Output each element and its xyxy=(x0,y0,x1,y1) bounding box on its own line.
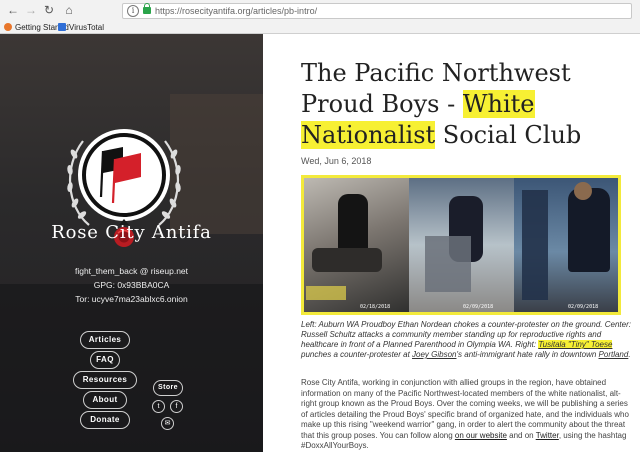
body-link-twitter[interactable]: Twitter xyxy=(536,431,559,440)
article-photo[interactable]: 02/18/2018 02/09/2018 02/09/2018 xyxy=(301,175,621,315)
body-link-website[interactable]: on our website xyxy=(455,431,507,440)
home-icon[interactable]: ⌂ xyxy=(62,3,76,17)
contact-tor: Tor: ucyve7ma23ablxc6.onion xyxy=(75,294,188,304)
info-icon[interactable]: i xyxy=(127,5,139,17)
browser-nav-row: ← → ↻ ⌂ i https://rosecityantifa.org/art… xyxy=(0,0,640,21)
back-arrow-icon[interactable]: ← xyxy=(6,3,20,17)
contact-email: fight_them_back @ riseup.net xyxy=(74,266,189,276)
photo-panel-right: 02/09/2018 xyxy=(514,178,618,312)
twitter-icon[interactable]: t xyxy=(152,400,165,413)
email-icon[interactable]: ✉ xyxy=(161,417,174,430)
nav-resources-button[interactable]: Resources xyxy=(73,371,137,389)
address-bar[interactable]: i https://rosecityantifa.org/articles/pb… xyxy=(122,3,632,19)
bookmark-label: VirusTotal xyxy=(69,23,104,32)
firefox-icon xyxy=(4,23,12,31)
photo-timestamp: 02/09/2018 xyxy=(463,304,494,310)
caption-text: punches a counter-protester at xyxy=(301,350,413,359)
site-brand[interactable]: Rose City Antifa xyxy=(0,222,263,243)
article-date: Wed, Jun 6, 2018 xyxy=(301,156,372,166)
title-part: Social Club xyxy=(435,121,582,149)
sidebar: Rose City Antifa fight_them_back @ riseu… xyxy=(0,34,263,452)
photo-panel-left: 02/18/2018 xyxy=(304,178,409,312)
nav-about-button[interactable]: About xyxy=(83,391,127,409)
caption-link-toese[interactable]: Tusitala "Tiny" Toese xyxy=(538,340,613,349)
facebook-icon[interactable]: f xyxy=(170,400,183,413)
virustotal-icon xyxy=(58,23,66,31)
nav-donate-button[interactable]: Donate xyxy=(80,411,130,429)
bookmarks-bar: Getting Started VirusTotal xyxy=(0,21,640,34)
reload-icon[interactable]: ↻ xyxy=(42,3,56,17)
store-button[interactable]: Store xyxy=(153,380,183,396)
caption-text: . xyxy=(628,350,631,359)
photo-panel-center: 02/09/2018 xyxy=(409,178,514,312)
photo-timestamp: 02/18/2018 xyxy=(360,304,391,310)
nav-articles-button[interactable]: Articles xyxy=(80,331,130,349)
nav-faq-button[interactable]: FAQ xyxy=(90,351,120,369)
article-title: The Pacific Northwest Proud Boys - White… xyxy=(301,58,631,151)
lock-icon xyxy=(143,3,151,14)
body-text: and on xyxy=(506,430,536,440)
forward-arrow-icon[interactable]: → xyxy=(24,3,38,17)
caption-link-gibson[interactable]: Joey Gibson xyxy=(412,350,456,359)
contact-gpg: GPG: 0x93BBA0CA xyxy=(93,280,170,290)
photo-caption: Left: Auburn WA Proudboy Ethan Nordean c… xyxy=(301,320,631,360)
url-text[interactable]: https://rosecityantifa.org/articles/pb-i… xyxy=(155,5,317,17)
article-body: Rose City Antifa, working in conjunction… xyxy=(301,378,631,452)
photo-timestamp: 02/09/2018 xyxy=(568,304,599,310)
caption-link-portland[interactable]: Portland xyxy=(599,350,629,359)
caption-text: 's anti-immigrant hate rally in downtown xyxy=(456,350,599,359)
article-main: The Pacific Northwest Proud Boys - White… xyxy=(263,34,640,452)
browser-chrome: ← → ↻ ⌂ i https://rosecityantifa.org/art… xyxy=(0,0,640,34)
sidebar-background-crowd xyxy=(0,284,263,452)
bookmark-virustotal[interactable]: VirusTotal xyxy=(58,22,104,33)
